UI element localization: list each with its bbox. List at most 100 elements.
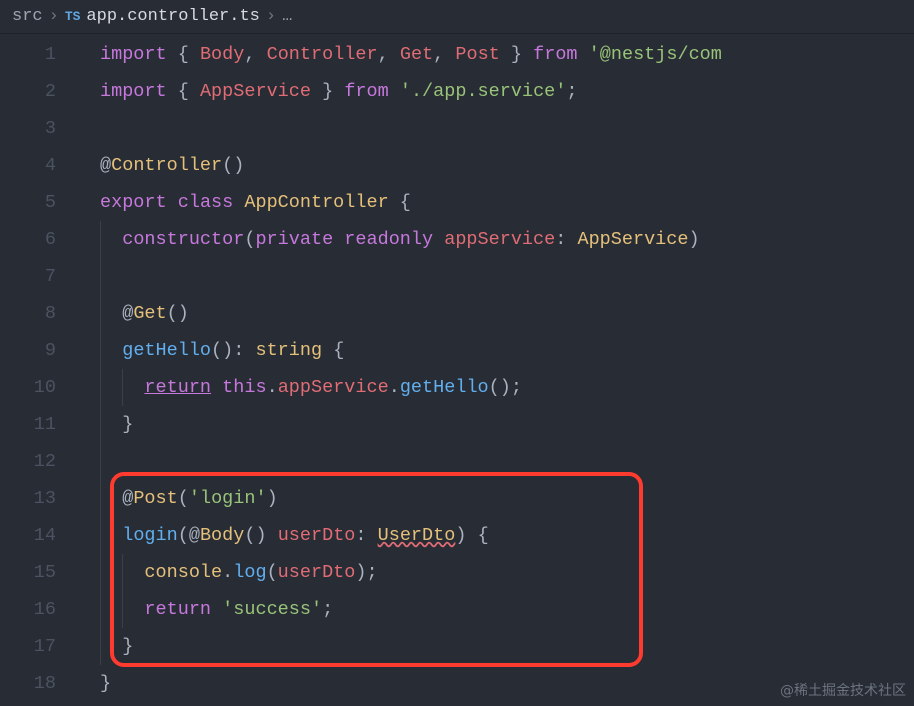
line-number: 11	[0, 406, 56, 443]
indent-guide	[100, 369, 101, 406]
code-token	[100, 488, 122, 509]
code-token: }	[100, 673, 111, 694]
indent-guide	[100, 406, 101, 443]
code-token: }	[122, 636, 133, 657]
breadcrumb-folder[interactable]: src	[12, 7, 43, 26]
code-line[interactable]: return this.appService.getHello();	[78, 369, 914, 406]
code-token: .	[267, 377, 278, 398]
code-line[interactable]: console.log(userDto);	[78, 554, 914, 591]
code-token	[522, 44, 533, 65]
code-token: class	[178, 192, 234, 213]
code-line[interactable]: }	[78, 406, 914, 443]
code-token	[322, 340, 333, 361]
code-token: console	[144, 562, 222, 583]
indent-guide	[100, 443, 101, 480]
code-token: Get	[400, 44, 433, 65]
code-token: Post	[455, 44, 499, 65]
code-line[interactable]: @Post('login')	[78, 480, 914, 517]
code-token: userDto	[278, 525, 356, 546]
typescript-icon: TS	[65, 9, 81, 24]
line-number: 18	[0, 665, 56, 702]
code-token: {	[478, 525, 489, 546]
code-editor[interactable]: 123456789101112131415161718 import { Bod…	[0, 34, 914, 702]
chevron-right-icon: ›	[49, 7, 59, 26]
code-line[interactable]	[78, 443, 914, 480]
chevron-right-icon: ›	[266, 7, 276, 26]
code-token: (	[178, 525, 189, 546]
code-token: userDto	[278, 562, 356, 583]
code-token	[100, 303, 122, 324]
code-token: }	[122, 414, 133, 435]
code-line[interactable]: import { Body, Controller, Get, Post } f…	[78, 36, 914, 73]
code-token: Body	[200, 525, 244, 546]
code-token	[189, 44, 200, 65]
code-token	[167, 192, 178, 213]
code-token	[167, 44, 178, 65]
code-line[interactable]: login(@Body() userDto: UserDto) {	[78, 517, 914, 554]
code-token: ,	[244, 44, 266, 65]
line-number: 7	[0, 258, 56, 295]
indent-guide	[100, 628, 101, 665]
breadcrumb[interactable]: src › TS app.controller.ts › …	[0, 0, 914, 34]
line-number: 9	[0, 332, 56, 369]
code-token: import	[100, 81, 167, 102]
code-token: Body	[200, 44, 244, 65]
code-token	[578, 44, 589, 65]
code-token: login	[122, 525, 178, 546]
indent-guide	[100, 554, 101, 591]
code-token: constructor	[122, 229, 244, 250]
line-number: 16	[0, 591, 56, 628]
code-token: {	[178, 81, 189, 102]
indent-guide	[100, 591, 101, 628]
code-token: return	[144, 599, 211, 620]
indent-guide	[100, 221, 101, 258]
indent-guide	[122, 369, 123, 406]
code-token: (	[178, 488, 189, 509]
line-number: 14	[0, 517, 56, 554]
line-number: 3	[0, 110, 56, 147]
code-token: Post	[133, 488, 177, 509]
code-line[interactable]: export class AppController {	[78, 184, 914, 221]
code-token: import	[100, 44, 167, 65]
code-line[interactable]	[78, 110, 914, 147]
code-token: ,	[433, 44, 455, 65]
code-token: (	[244, 229, 255, 250]
watermark-text: @稀土掘金技术社区	[780, 680, 906, 700]
code-line[interactable]	[78, 258, 914, 295]
code-token: export	[100, 192, 167, 213]
code-token: UserDto	[378, 525, 456, 546]
code-token	[500, 44, 511, 65]
code-line[interactable]: getHello(): string {	[78, 332, 914, 369]
code-token	[100, 636, 122, 657]
code-line[interactable]: import { AppService } from './app.servic…	[78, 73, 914, 110]
code-line[interactable]: @Get()	[78, 295, 914, 332]
code-token	[100, 229, 122, 250]
breadcrumb-more[interactable]: …	[282, 7, 292, 26]
code-token: from	[344, 81, 388, 102]
code-token: @	[122, 488, 133, 509]
indent-guide	[100, 258, 101, 295]
code-token: ,	[378, 44, 400, 65]
code-token: );	[355, 562, 377, 583]
breadcrumb-filename[interactable]: app.controller.ts	[86, 7, 259, 26]
code-line[interactable]: constructor(private readonly appService:…	[78, 221, 914, 258]
code-token: .	[222, 562, 233, 583]
code-token: {	[400, 192, 411, 213]
code-token: )	[455, 525, 477, 546]
code-line[interactable]: return 'success';	[78, 591, 914, 628]
code-token	[333, 229, 344, 250]
code-token: from	[533, 44, 577, 65]
code-token: appService	[444, 229, 555, 250]
code-token: AppService	[200, 81, 311, 102]
code-content[interactable]: import { Body, Controller, Get, Post } f…	[78, 36, 914, 702]
code-token: log	[233, 562, 266, 583]
code-token: @	[189, 525, 200, 546]
code-token	[433, 229, 444, 250]
code-token	[189, 81, 200, 102]
code-line[interactable]: }	[78, 628, 914, 665]
code-token: {	[178, 44, 189, 65]
code-token: {	[333, 340, 344, 361]
code-line[interactable]: @Controller()	[78, 147, 914, 184]
code-token: Get	[133, 303, 166, 324]
line-number: 4	[0, 147, 56, 184]
